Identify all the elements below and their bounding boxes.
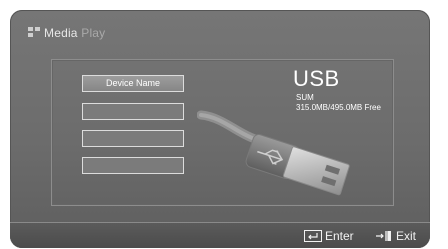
device-slot-1[interactable]: Device Name — [82, 75, 184, 92]
exit-hint[interactable]: Exit — [375, 229, 416, 243]
device-slot-2[interactable] — [82, 103, 184, 120]
app-title-main: Media — [44, 26, 78, 40]
exit-icon — [376, 231, 391, 241]
usb-connector-icon — [197, 110, 350, 196]
device-type-title: USB — [293, 66, 340, 91]
app-title: Media Play — [44, 26, 105, 40]
enter-icon — [304, 230, 322, 242]
enter-hint[interactable]: Enter — [304, 229, 354, 243]
device-panel: Device Name USB SUM 315.0MB/495.0MB Free — [51, 59, 394, 206]
exit-label: Exit — [396, 229, 417, 243]
media-play-screen: Media Play Device Name USB SUM 315.0MB/4… — [10, 10, 430, 248]
device-slot-4[interactable] — [82, 157, 184, 174]
enter-label: Enter — [325, 229, 354, 243]
media-play-logo-icon — [28, 27, 42, 39]
header: Media Play — [28, 24, 105, 42]
device-slot-3[interactable] — [82, 130, 184, 147]
footer-bar: Enter Exit — [10, 222, 430, 248]
app-title-sub: Play — [81, 26, 106, 40]
